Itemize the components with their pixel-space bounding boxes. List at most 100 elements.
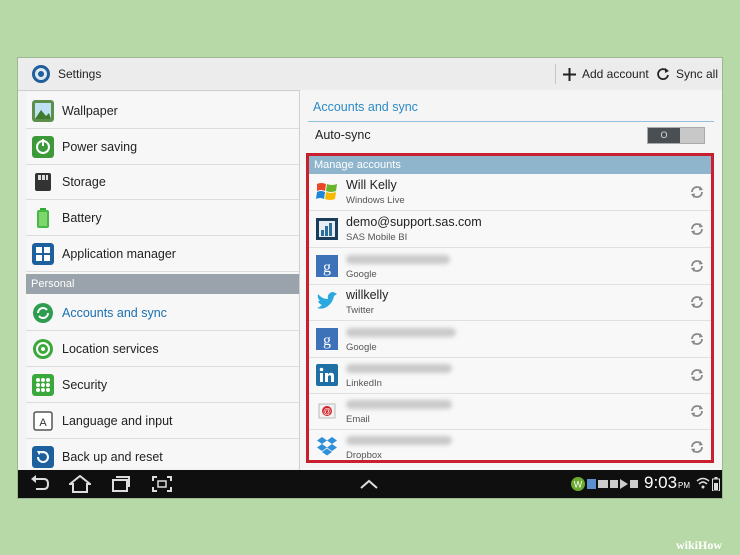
- account-row-google-2[interactable]: g Google: [309, 321, 711, 358]
- sidebar-item-label: Battery: [62, 210, 102, 225]
- redacted-account-name: [346, 436, 452, 445]
- sync-all-label: Sync all: [676, 67, 719, 81]
- toggle-knob: O: [648, 128, 680, 143]
- sync-icon[interactable]: [689, 258, 705, 274]
- section-header-personal: Personal: [26, 274, 299, 294]
- sidebar-item-label: Storage: [62, 174, 106, 189]
- wikihow-watermark: wikiHow: [676, 538, 723, 552]
- settings-gear-icon[interactable]: [30, 63, 52, 85]
- account-type: Dropbox: [346, 450, 382, 461]
- notification-icons: [587, 479, 638, 489]
- twitter-icon: [317, 292, 337, 309]
- sidebar-item-power-saving[interactable]: Power saving: [26, 129, 299, 165]
- pane-title-underline: [308, 121, 714, 122]
- sidebar-item-storage[interactable]: Storage: [26, 164, 299, 200]
- language-icon: A: [33, 410, 53, 431]
- account-row-email[interactable]: @ Email: [309, 393, 711, 430]
- sidebar-item-back-up-and-reset[interactable]: Back up and reset: [26, 439, 299, 474]
- status-clock: 9:03: [644, 473, 678, 492]
- account-type: LinkedIn: [346, 378, 382, 389]
- sidebar-item-location-services[interactable]: Location services: [26, 331, 299, 367]
- action-bar: Settings Add account Sync all: [18, 58, 722, 91]
- windows-live-icon: [316, 183, 337, 200]
- account-name: Will Kelly: [346, 178, 397, 192]
- account-row-google-1[interactable]: g Google: [309, 248, 711, 285]
- wallpaper-icon: [32, 99, 54, 122]
- recent-apps-icon[interactable]: [111, 475, 131, 493]
- location-icon: [33, 338, 53, 359]
- google-icon: g: [316, 328, 338, 350]
- account-row-dropbox[interactable]: Dropbox: [309, 429, 711, 465]
- sync-icon: [657, 68, 669, 80]
- backup-icon: [32, 445, 54, 468]
- sas-mobile-bi-icon: [316, 218, 338, 240]
- sidebar-item-wallpaper[interactable]: Wallpaper: [26, 93, 299, 129]
- sync-icon[interactable]: [689, 294, 705, 310]
- svg-text:W: W: [574, 480, 583, 490]
- sidebar-item-label: Application manager: [62, 246, 176, 261]
- sync-icon[interactable]: [689, 221, 705, 237]
- sync-icon[interactable]: [689, 439, 705, 455]
- app-manager-icon: [32, 242, 54, 265]
- home-icon[interactable]: [69, 475, 91, 493]
- account-row-linkedin[interactable]: LinkedIn: [309, 357, 711, 394]
- back-icon[interactable]: [30, 475, 50, 493]
- sidebar-item-language-and-input[interactable]: A Language and input: [26, 403, 299, 439]
- sidebar-item-label: Location services: [62, 341, 159, 356]
- add-account-button[interactable]: Add account: [563, 58, 649, 90]
- redacted-account-name: [346, 400, 452, 409]
- accounts-pane: Accounts and sync Auto-sync O Manage acc…: [300, 90, 722, 470]
- sync-icon[interactable]: [689, 184, 705, 200]
- sidebar-item-label: Accounts and sync: [62, 305, 167, 320]
- account-row-windows-live[interactable]: Will Kelly Windows Live: [309, 174, 711, 211]
- security-icon: [32, 373, 54, 396]
- autosync-toggle[interactable]: O: [647, 127, 705, 144]
- add-account-label: Add account: [582, 67, 649, 81]
- chevron-up-icon[interactable]: [359, 478, 379, 490]
- redacted-account-name: [346, 255, 450, 264]
- svg-text:@: @: [323, 407, 331, 416]
- email-icon: @: [318, 403, 336, 419]
- pane-title: Accounts and sync: [313, 100, 418, 114]
- svg-text:A: A: [39, 417, 47, 429]
- svg-text:g: g: [323, 259, 331, 276]
- account-type: Google: [346, 342, 377, 353]
- manage-accounts-header: Manage accounts: [309, 156, 711, 174]
- wifi-icon: [696, 477, 710, 489]
- autosync-label: Auto-sync: [315, 128, 371, 142]
- sidebar-item-label: Language and input: [62, 413, 173, 428]
- battery-icon: [37, 207, 49, 228]
- svg-text:g: g: [323, 332, 331, 349]
- sidebar-item-label: Power saving: [62, 139, 138, 154]
- account-type: Twitter: [346, 305, 374, 316]
- redacted-account-name: [346, 328, 456, 337]
- system-nav-bar: W 9:03 PM: [18, 470, 722, 498]
- sidebar-item-label: Back up and reset: [62, 449, 163, 464]
- battery-status-icon: [712, 477, 720, 491]
- sidebar-item-security[interactable]: Security: [26, 367, 299, 403]
- linkedin-icon: [316, 364, 338, 386]
- account-row-sas[interactable]: demo@support.sas.com SAS Mobile BI: [309, 211, 711, 248]
- account-type: Google: [346, 269, 377, 280]
- notification-w-icon: W: [571, 477, 585, 491]
- manage-accounts-panel: Manage accounts Will Kelly Windows Live …: [306, 153, 714, 463]
- account-name: demo@support.sas.com: [346, 215, 482, 229]
- sync-all-button[interactable]: Sync all: [656, 58, 718, 90]
- account-type: Email: [346, 414, 370, 425]
- sync-icon[interactable]: [689, 331, 705, 347]
- sync-icon[interactable]: [689, 367, 705, 383]
- sync-icon[interactable]: [689, 403, 705, 419]
- tablet-screen: Settings Add account Sync all Wallpaper …: [18, 58, 722, 498]
- storage-icon: [35, 172, 51, 191]
- accounts-sync-icon: [33, 302, 53, 323]
- sidebar-item-application-manager[interactable]: Application manager: [26, 236, 299, 272]
- sidebar-item-battery[interactable]: Battery: [26, 200, 299, 236]
- power-saving-icon: [32, 135, 54, 158]
- screenshot-icon[interactable]: [151, 475, 173, 493]
- account-row-twitter[interactable]: willkelly Twitter: [309, 284, 711, 321]
- google-icon: g: [316, 255, 338, 277]
- sidebar-item-accounts-and-sync[interactable]: Accounts and sync: [26, 295, 299, 331]
- sidebar-item-label: Wallpaper: [62, 103, 118, 118]
- account-type: Windows Live: [346, 195, 405, 206]
- account-type: SAS Mobile BI: [346, 232, 408, 243]
